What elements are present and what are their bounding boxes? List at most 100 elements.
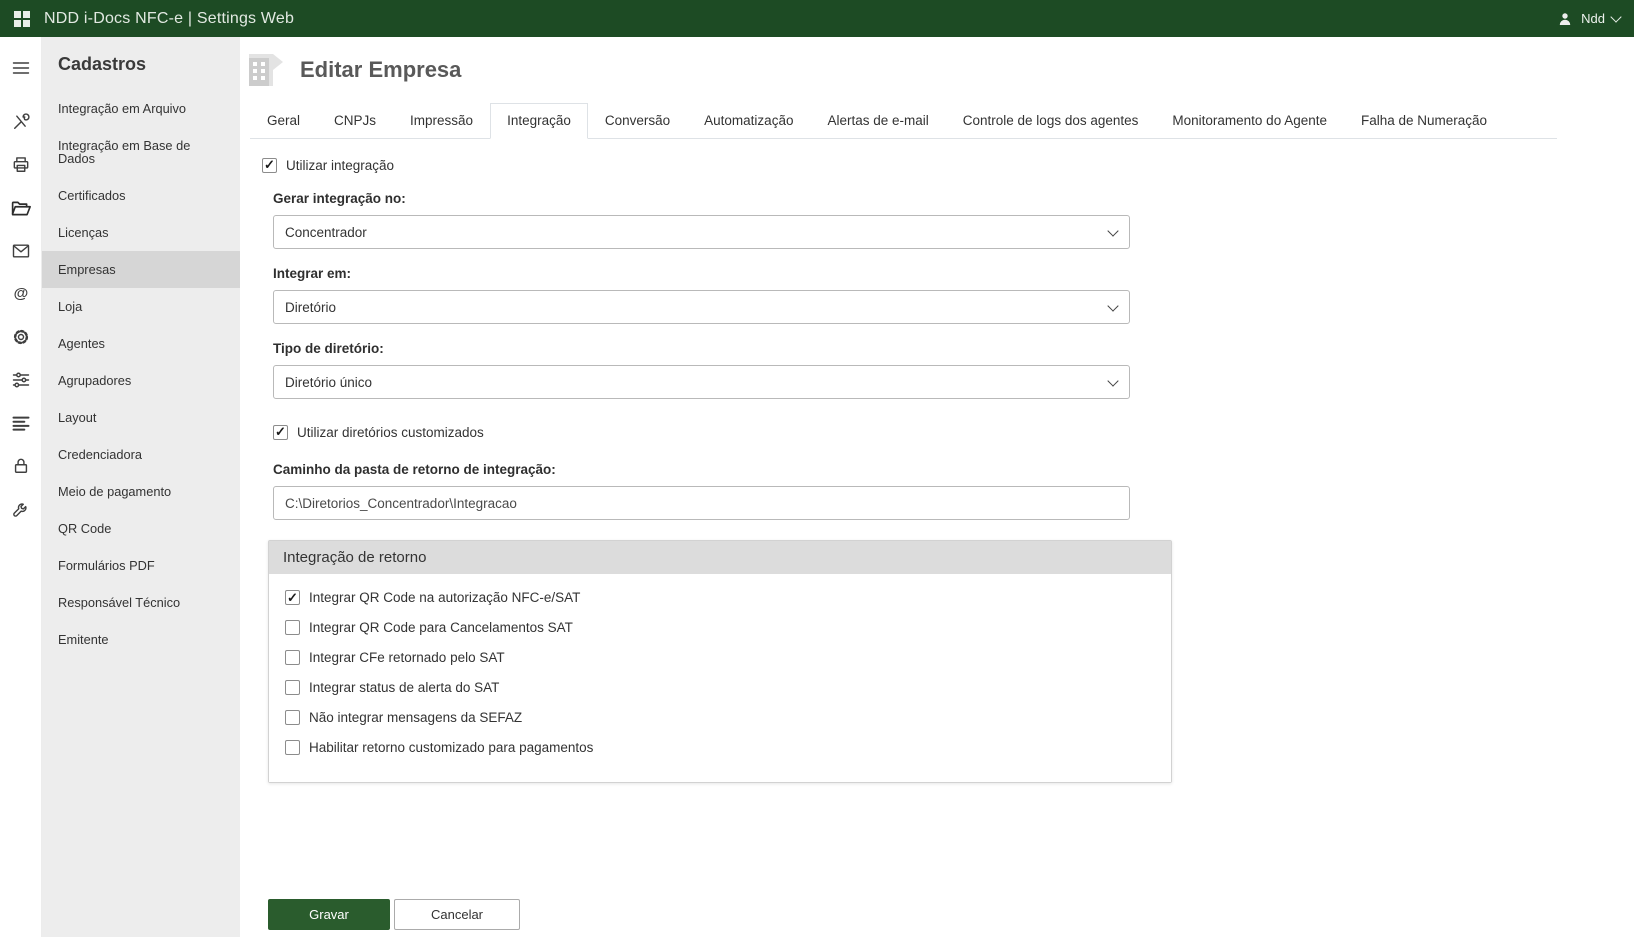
envelope-icon	[12, 244, 29, 258]
tab-controle-logs[interactable]: Controle de logs dos agentes	[946, 103, 1156, 139]
app-title: NDD i-Docs NFC-e | Settings Web	[44, 9, 295, 27]
icon-rail: @	[0, 37, 42, 937]
sidebar-item-meio-pagamento[interactable]: Meio de pagamento	[42, 473, 240, 510]
folder-open-icon	[11, 201, 31, 215]
user-menu[interactable]: Ndd	[1556, 10, 1622, 28]
dir-type-select-wrap: Diretório único	[273, 365, 1130, 399]
return-path-input[interactable]	[273, 486, 1130, 520]
rail-item-security[interactable]	[0, 446, 42, 486]
cancel-button[interactable]: Cancelar	[394, 899, 520, 930]
form-actions: Gravar Cancelar	[268, 899, 1634, 930]
sidebar-item-licencas[interactable]: Licenças	[42, 214, 240, 251]
checkbox-box	[285, 710, 300, 725]
tab-alertas-email[interactable]: Alertas de e-mail	[810, 103, 945, 139]
sidebar-item-layout[interactable]: Layout	[42, 399, 240, 436]
sidebar-item-integracao-arquivo[interactable]: Integração em Arquivo	[42, 90, 240, 127]
nao-integrar-sefaz-checkbox-row[interactable]: Não integrar mensagens da SEFAZ	[285, 710, 1155, 725]
tab-monitoramento-agente[interactable]: Monitoramento do Agente	[1155, 103, 1344, 139]
use-integration-checkbox-row[interactable]: Utilizar integração	[262, 157, 394, 173]
company-icon	[249, 54, 283, 86]
cfe-retornado-checkbox-row[interactable]: Integrar CFe retornado pelo SAT	[285, 650, 1155, 665]
wrench-icon	[12, 503, 27, 517]
generate-in-select-wrap: Concentrador	[273, 215, 1130, 249]
integrate-in-select[interactable]: Diretório	[273, 290, 1130, 324]
sidebar-item-loja[interactable]: Loja	[42, 288, 240, 325]
rail-item-maintenance[interactable]	[0, 489, 42, 529]
custom-dirs-checkbox-row[interactable]: Utilizar diretórios customizados	[273, 424, 484, 440]
save-button[interactable]: Gravar	[268, 899, 390, 930]
return-path-label: Caminho da pasta de retorno de integraçã…	[273, 462, 556, 477]
rail-item-cadastros[interactable]	[0, 188, 42, 228]
chevron-down-icon	[1610, 10, 1622, 23]
rail-item-mail[interactable]	[0, 231, 42, 271]
status-alerta-sat-checkbox-row[interactable]: Integrar status de alerta do SAT	[285, 680, 1155, 695]
retorno-customizado-pagamentos-label: Habilitar retorno customizado para pagam…	[309, 740, 594, 755]
gear-icon	[13, 329, 28, 345]
generate-in-group: Gerar integração no: Concentrador	[273, 191, 1634, 249]
return-integration-panel-body: Integrar QR Code na autorização NFC-e/SA…	[269, 574, 1171, 782]
tab-automatizacao[interactable]: Automatização	[687, 103, 810, 139]
retorno-customizado-pagamentos-checkbox-row[interactable]: Habilitar retorno customizado para pagam…	[285, 740, 1155, 755]
sidebar-item-integracao-base-dados[interactable]: Integração em Base de Dados	[42, 127, 240, 177]
sidebar-item-credenciadora[interactable]: Credenciadora	[42, 436, 240, 473]
sidebar-item-certificados[interactable]: Certificados	[42, 177, 240, 214]
rail-item-printing[interactable]	[0, 145, 42, 185]
at-icon: @	[13, 285, 28, 302]
status-alerta-sat-label: Integrar status de alerta do SAT	[309, 680, 500, 695]
printer-icon	[13, 157, 28, 172]
checkbox-box	[273, 424, 288, 440]
tab-impressao[interactable]: Impressão	[393, 103, 490, 139]
dir-type-label: Tipo de diretório:	[273, 341, 384, 356]
tab-falha-numeracao[interactable]: Falha de Numeração	[1344, 103, 1504, 139]
lock-icon	[14, 458, 27, 473]
sidebar-title: Cadastros	[58, 54, 147, 74]
tab-integracao[interactable]: Integração	[490, 103, 588, 139]
main-content: Editar Empresa Geral CNPJs Impressão Int…	[240, 37, 1634, 937]
rail-item-tools[interactable]	[0, 102, 42, 142]
top-bar: NDD i-Docs NFC-e | Settings Web Ndd	[0, 0, 1634, 37]
sidebar-item-emitente[interactable]: Emitente	[42, 621, 240, 658]
hamburger-icon	[12, 62, 29, 74]
return-integration-panel-title: Integração de retorno	[269, 541, 1171, 574]
rail-item-layout[interactable]	[0, 403, 42, 443]
checkbox-box	[262, 157, 277, 173]
rail-item-parameters[interactable]	[0, 360, 42, 400]
tab-conversao[interactable]: Conversão	[588, 103, 687, 139]
nao-integrar-sefaz-label: Não integrar mensagens da SEFAZ	[309, 710, 523, 725]
rail-item-at[interactable]: @	[0, 274, 42, 314]
qr-code-nfce-sat-checkbox-row[interactable]: Integrar QR Code na autorização NFC-e/SA…	[285, 590, 1155, 605]
sliders-icon	[12, 372, 29, 388]
generate-in-select[interactable]: Concentrador	[273, 215, 1130, 249]
qr-code-cancelamentos-checkbox-row[interactable]: Integrar QR Code para Cancelamentos SAT	[285, 620, 1155, 635]
list-icon	[12, 416, 29, 431]
cfe-retornado-label: Integrar CFe retornado pelo SAT	[309, 650, 505, 665]
sidebar-item-formularios-pdf[interactable]: Formulários PDF	[42, 547, 240, 584]
dir-type-select[interactable]: Diretório único	[273, 365, 1130, 399]
sidebar-item-responsavel-tecnico[interactable]: Responsável Técnico	[42, 584, 240, 621]
sidebar-item-qr-code[interactable]: QR Code	[42, 510, 240, 547]
tools-icon	[13, 113, 30, 129]
tab-cnpjs[interactable]: CNPJs	[317, 103, 393, 139]
qr-code-nfce-sat-label: Integrar QR Code na autorização NFC-e/SA…	[309, 590, 581, 605]
sidebar-item-empresas[interactable]: Empresas	[42, 251, 240, 288]
app-grid-icon[interactable]	[14, 10, 30, 27]
return-integration-panel: Integração de retorno Integrar QR Code n…	[268, 540, 1172, 783]
return-path-group: Caminho da pasta de retorno de integraçã…	[273, 462, 1634, 520]
qr-code-cancelamentos-label: Integrar QR Code para Cancelamentos SAT	[309, 620, 573, 635]
rail-item-settings[interactable]	[0, 317, 42, 357]
checkbox-box	[285, 680, 300, 695]
checkbox-box	[285, 620, 300, 635]
custom-dirs-row: Utilizar diretórios customizados	[273, 423, 1634, 441]
integrate-in-select-wrap: Diretório	[273, 290, 1130, 324]
custom-dirs-label: Utilizar diretórios customizados	[297, 424, 484, 440]
integration-form: Utilizar integração Gerar integração no:…	[240, 139, 1634, 930]
integrate-in-label: Integrar em:	[273, 266, 352, 281]
sidebar: Cadastros Integração em Arquivo Integraç…	[42, 37, 240, 937]
dir-type-group: Tipo de diretório: Diretório único	[273, 341, 1634, 399]
menu-toggle-button[interactable]	[0, 48, 42, 88]
tab-geral[interactable]: Geral	[250, 103, 317, 139]
sidebar-item-agrupadores[interactable]: Agrupadores	[42, 362, 240, 399]
checkbox-box	[285, 740, 300, 755]
sidebar-item-agentes[interactable]: Agentes	[42, 325, 240, 362]
integrate-in-group: Integrar em: Diretório	[273, 266, 1634, 324]
